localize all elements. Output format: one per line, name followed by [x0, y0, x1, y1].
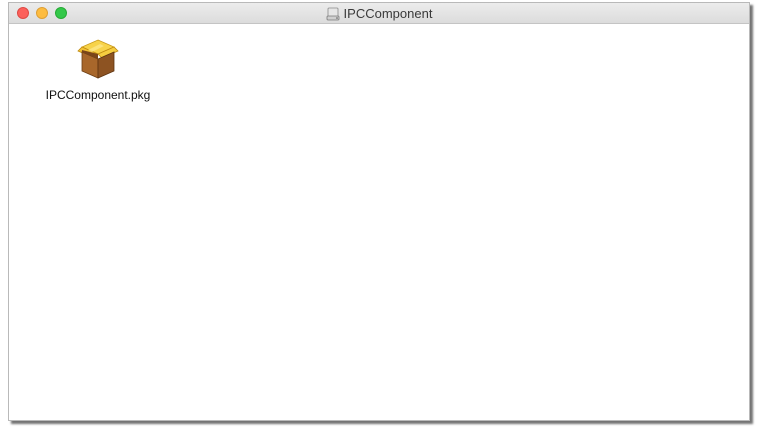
title-bar[interactable]: IPCComponent: [9, 3, 749, 24]
window-title: IPCComponent: [343, 6, 433, 21]
file-item[interactable]: IPCComponent.pkg: [39, 34, 157, 102]
file-name: IPCComponent.pkg: [45, 88, 151, 102]
finder-window: IPCComponent IPCComponent.pkg: [8, 2, 750, 421]
window-content: IPCComponent.pkg: [9, 24, 749, 420]
package-icon[interactable]: [74, 34, 122, 82]
title-group: IPCComponent: [9, 3, 749, 24]
disk-image-icon: [326, 7, 340, 21]
